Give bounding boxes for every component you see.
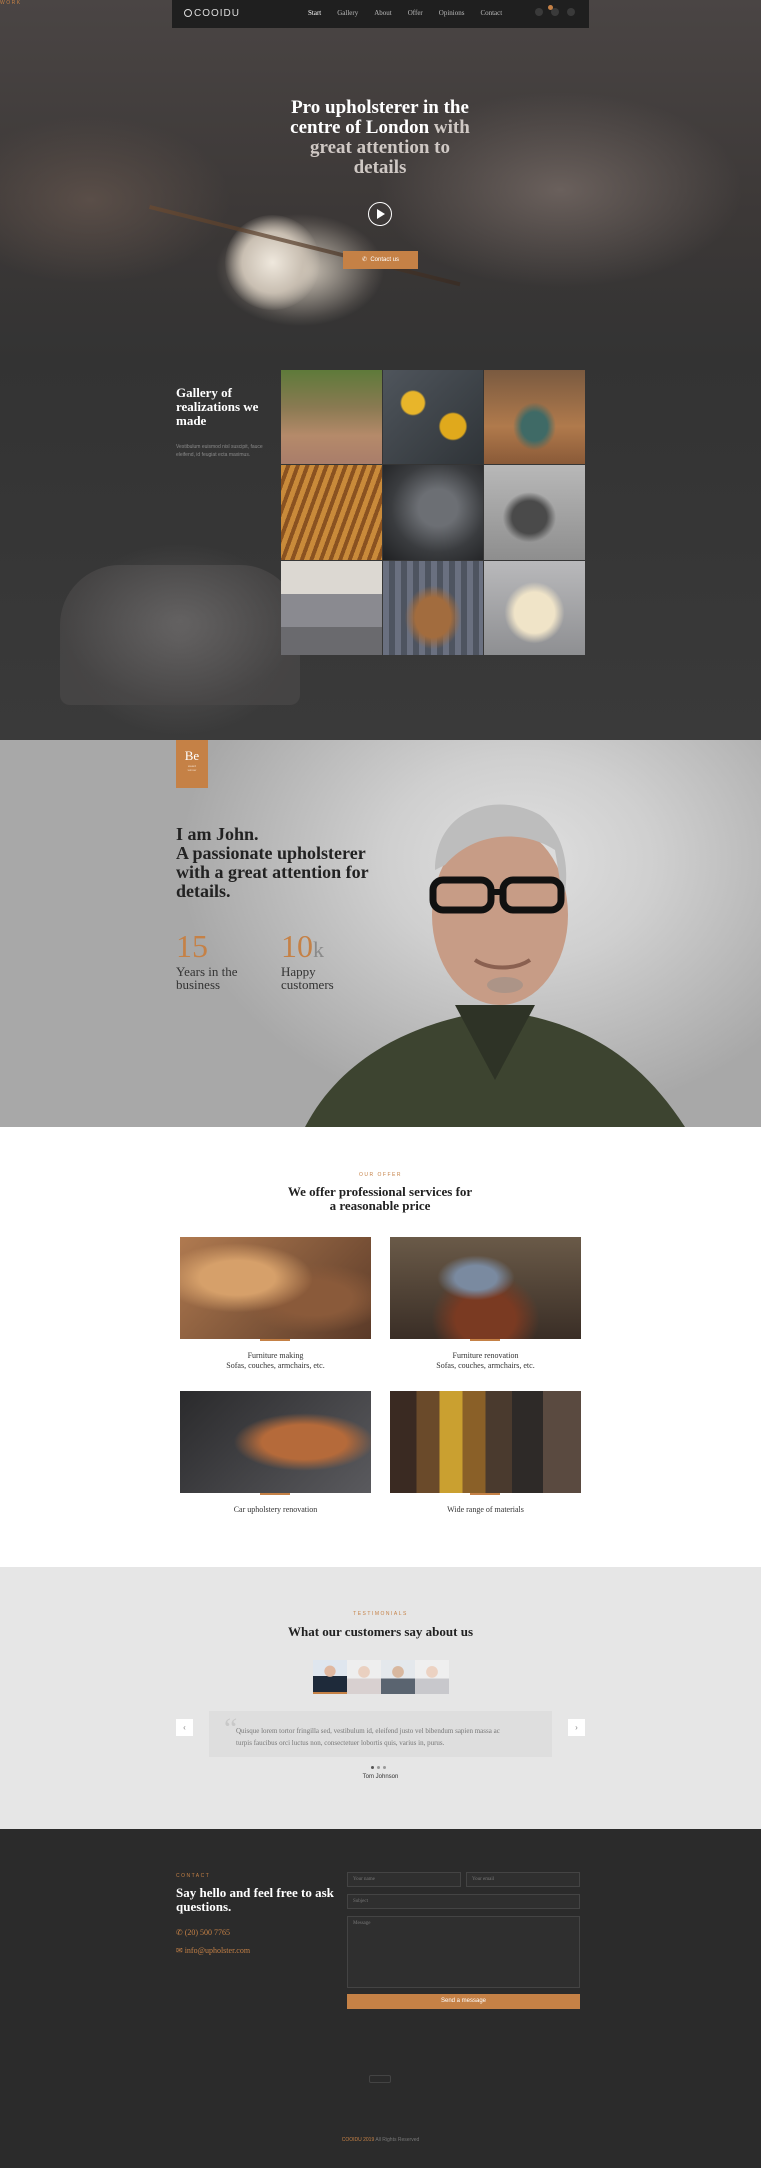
message-field[interactable]: Message xyxy=(347,1916,580,1988)
gallery-image-cream-loveseat[interactable] xyxy=(484,560,585,655)
contact-label: CONTACT xyxy=(176,1873,211,1879)
gallery-text: Vestibulum euismod nisl suscipit, fauce … xyxy=(176,444,263,458)
nav-item-about[interactable]: About xyxy=(374,9,392,17)
contact-us-button[interactable]: ✆ Contact us xyxy=(343,251,418,269)
avatar-customer-3[interactable] xyxy=(381,1660,415,1694)
gallery-image-striped-sofa[interactable] xyxy=(281,465,382,560)
copyright: COOIDU 2019 All Rights Reserved xyxy=(341,2137,420,2143)
prev-testimonial-button[interactable]: ‹ xyxy=(176,1719,193,1736)
gallery-image-modern-armchair[interactable] xyxy=(484,465,585,560)
offer-card-materials[interactable]: Wide range of materials xyxy=(390,1505,581,1515)
gallery-image-plaid-sofa[interactable] xyxy=(281,560,382,655)
offer-card-accent xyxy=(260,1493,290,1495)
testimonial-text: Quisque lorem tortor fringilla sed, vest… xyxy=(236,1727,500,1747)
testimonials-section xyxy=(0,1567,761,1829)
top-navbar: COOIDU Start Gallery About Offer Opinion… xyxy=(172,0,589,28)
offer-card-accent xyxy=(470,1493,500,1495)
stat-years: 15 Years in the business xyxy=(176,928,238,992)
cart-badge xyxy=(548,5,553,10)
about-title: I am John. A passionate upholsterer with… xyxy=(176,824,369,901)
offer-card-accent xyxy=(260,1339,290,1341)
nav-links: Start Gallery About Offer Opinions Conta… xyxy=(308,9,502,17)
mail-icon: ✉ xyxy=(176,1946,185,1955)
offer-card-car-upholstery-image[interactable] xyxy=(180,1391,371,1493)
gallery-grid xyxy=(281,370,585,655)
next-testimonial-button[interactable]: › xyxy=(568,1719,585,1736)
offer-card-furniture-renovation[interactable]: Furniture renovation Sofas, couches, armc… xyxy=(390,1351,581,1371)
email-field[interactable]: Your email xyxy=(466,1872,580,1887)
offer-label: OUR OFFER xyxy=(359,1172,402,1178)
phone-icon: ✆ xyxy=(176,1928,185,1937)
subject-field[interactable]: Subject xyxy=(347,1894,580,1909)
hero-section xyxy=(0,0,761,360)
nav-item-offer[interactable]: Offer xyxy=(408,9,423,17)
name-field[interactable]: Your name xyxy=(347,1872,461,1887)
testimonials-label: TESTIMONIALS xyxy=(353,1611,408,1617)
logo[interactable]: COOIDU xyxy=(184,8,240,19)
play-video-button[interactable] xyxy=(368,202,392,226)
avatar-tom-johnson[interactable] xyxy=(313,1660,347,1694)
offer-card-car-upholstery[interactable]: Car upholstery renovation xyxy=(180,1505,371,1515)
footer-logo[interactable] xyxy=(369,2075,391,2083)
gallery-label: WORK xyxy=(0,0,22,6)
testimonial-author: Tom Johnson xyxy=(362,1774,399,1780)
nav-icons xyxy=(535,5,575,16)
award-badge: Be award winner xyxy=(176,740,208,788)
nav-item-opinions[interactable]: Opinions xyxy=(439,9,465,17)
pagination-dot[interactable] xyxy=(377,1766,380,1769)
nav-item-contact[interactable]: Contact xyxy=(480,9,502,17)
avatar-customer-4[interactable] xyxy=(415,1660,449,1694)
stat-customers: 10k Happy customers xyxy=(281,928,334,992)
hero-title: Pro upholsterer in the centre of London … xyxy=(290,97,470,178)
gallery-image-woman-armchair[interactable] xyxy=(484,370,585,465)
contact-title: Say hello and feel free to ask questions… xyxy=(176,1885,334,1914)
cart-icon[interactable] xyxy=(548,5,559,16)
avatar-customer-2[interactable] xyxy=(347,1660,381,1694)
offer-card-furniture-making[interactable]: Furniture making Sofas, couches, armchair… xyxy=(180,1351,371,1371)
armchair-background-image xyxy=(60,565,300,705)
send-message-button[interactable]: Send a message xyxy=(347,1994,580,2009)
search-icon[interactable] xyxy=(535,8,543,16)
testimonials-title: What our customers say about us xyxy=(287,1624,474,1639)
offer-card-accent xyxy=(470,1339,500,1341)
gallery-title: Gallery of realizations we made xyxy=(176,385,259,428)
offer-card-furniture-making-image[interactable] xyxy=(180,1237,371,1339)
gallery-image-brown-armchair[interactable] xyxy=(382,560,484,655)
gallery-image-patio-sofa[interactable] xyxy=(281,370,382,465)
contact-email[interactable]: ✉ info@upholster.com xyxy=(176,1946,250,1955)
offer-title: We offer professional services for a rea… xyxy=(287,1184,473,1213)
nav-item-gallery[interactable]: Gallery xyxy=(337,9,358,17)
nav-item-start[interactable]: Start xyxy=(308,9,321,17)
offer-card-materials-image[interactable] xyxy=(390,1391,581,1493)
pagination-dot[interactable] xyxy=(371,1766,374,1769)
logo-mark-icon xyxy=(184,9,192,17)
gallery-image-grey-armchair[interactable] xyxy=(382,465,484,560)
menu-icon[interactable] xyxy=(567,8,575,16)
gallery-image-yellow-chairs[interactable] xyxy=(382,370,484,465)
offer-card-furniture-renovation-image[interactable] xyxy=(390,1237,581,1339)
contact-phone[interactable]: ✆ (20) 500 7765 xyxy=(176,1928,230,1937)
pagination-dot[interactable] xyxy=(383,1766,386,1769)
testimonial-pagination xyxy=(371,1766,386,1769)
